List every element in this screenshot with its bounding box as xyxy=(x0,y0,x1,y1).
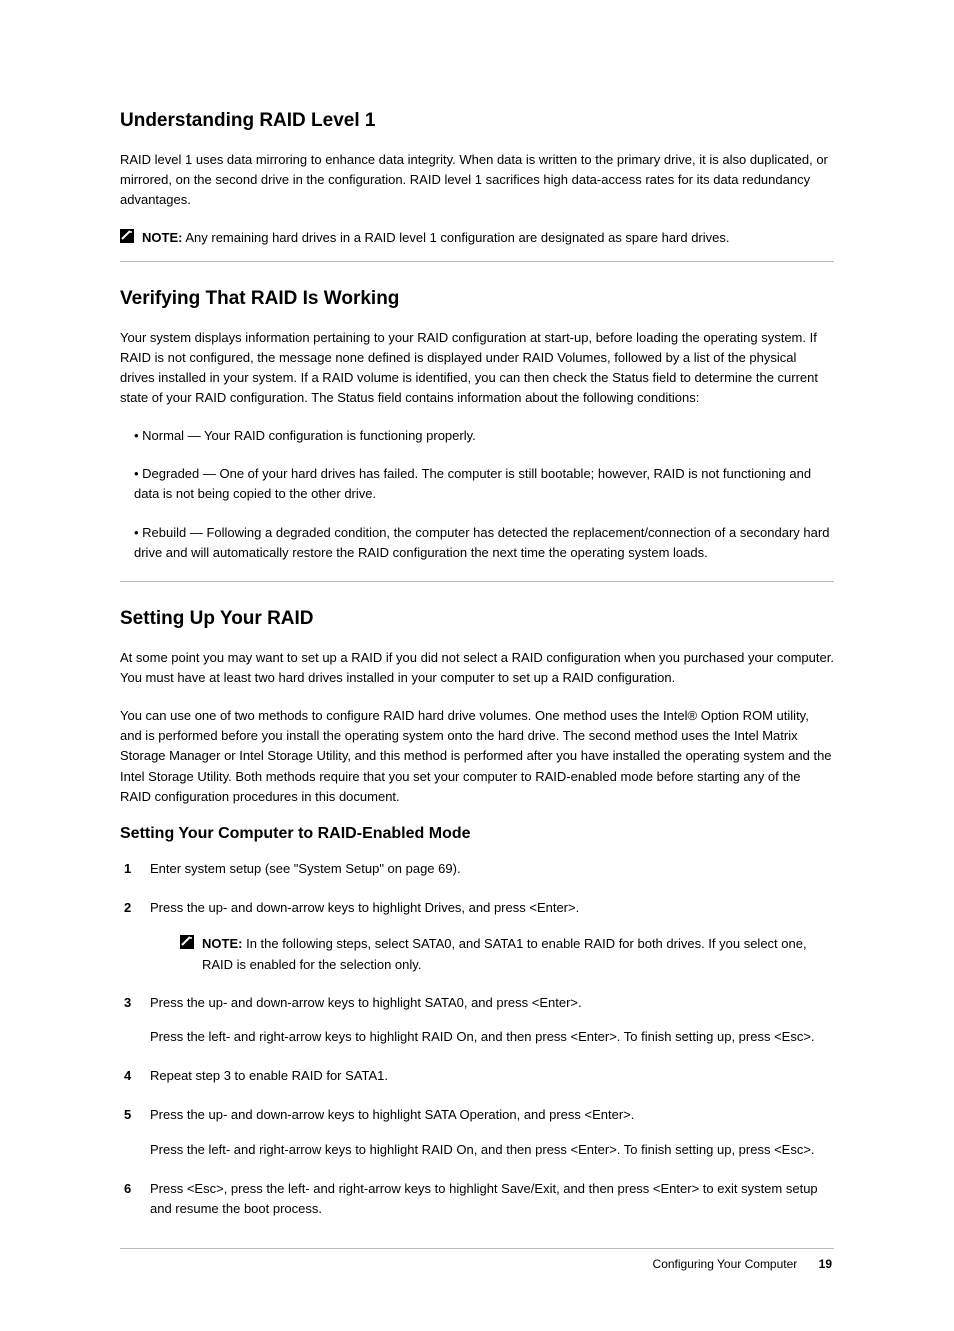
step-2-note: NOTE: In the following steps, select SAT… xyxy=(180,934,834,974)
footer-divider xyxy=(120,1248,834,1249)
step-2: Press the up- and down-arrow keys to hig… xyxy=(150,898,834,975)
note-raid1: NOTE: Any remaining hard drives in a RAI… xyxy=(120,228,834,248)
step-1: Enter system setup (see "System Setup" o… xyxy=(150,859,834,880)
step-6: Press <Esc>, press the left- and right-a… xyxy=(150,1179,834,1221)
section-heading-raid1: Understanding RAID Level 1 xyxy=(120,110,834,132)
bullet-degraded: • Degraded — One of your hard drives has… xyxy=(120,464,834,504)
steps-list: Enter system setup (see "System Setup" o… xyxy=(120,859,834,1220)
subsection-heading-enable: Setting Your Computer to RAID-Enabled Mo… xyxy=(120,825,834,843)
step-4: Repeat step 3 to enable RAID for SATA1. xyxy=(150,1066,834,1087)
paragraph-verify: Your system displays information pertain… xyxy=(120,328,834,409)
paragraph-raid1: RAID level 1 uses data mirroring to enha… xyxy=(120,150,834,210)
step-5: Press the up- and down-arrow keys to hig… xyxy=(150,1105,834,1161)
paragraph-setup-2: You can use one of two methods to config… xyxy=(120,706,834,807)
paragraph-setup-1: At some point you may want to set up a R… xyxy=(120,648,834,688)
page-footer: Configuring Your Computer 19 xyxy=(120,1257,834,1271)
divider xyxy=(120,581,834,582)
bullet-normal: • Normal — Your RAID configuration is fu… xyxy=(120,426,834,446)
section-heading-setup: Setting Up Your RAID xyxy=(120,608,834,630)
footer-title: Configuring Your Computer xyxy=(653,1257,798,1271)
note-text: NOTE: Any remaining hard drives in a RAI… xyxy=(142,228,730,248)
step-3: Press the up- and down-arrow keys to hig… xyxy=(150,993,834,1049)
note-icon xyxy=(120,229,134,243)
note-icon xyxy=(180,935,194,949)
bullet-rebuild: • Rebuild — Following a degraded conditi… xyxy=(120,523,834,563)
section-heading-verify: Verifying That RAID Is Working xyxy=(120,288,834,310)
divider xyxy=(120,261,834,262)
footer-page-number: 19 xyxy=(819,1257,832,1271)
